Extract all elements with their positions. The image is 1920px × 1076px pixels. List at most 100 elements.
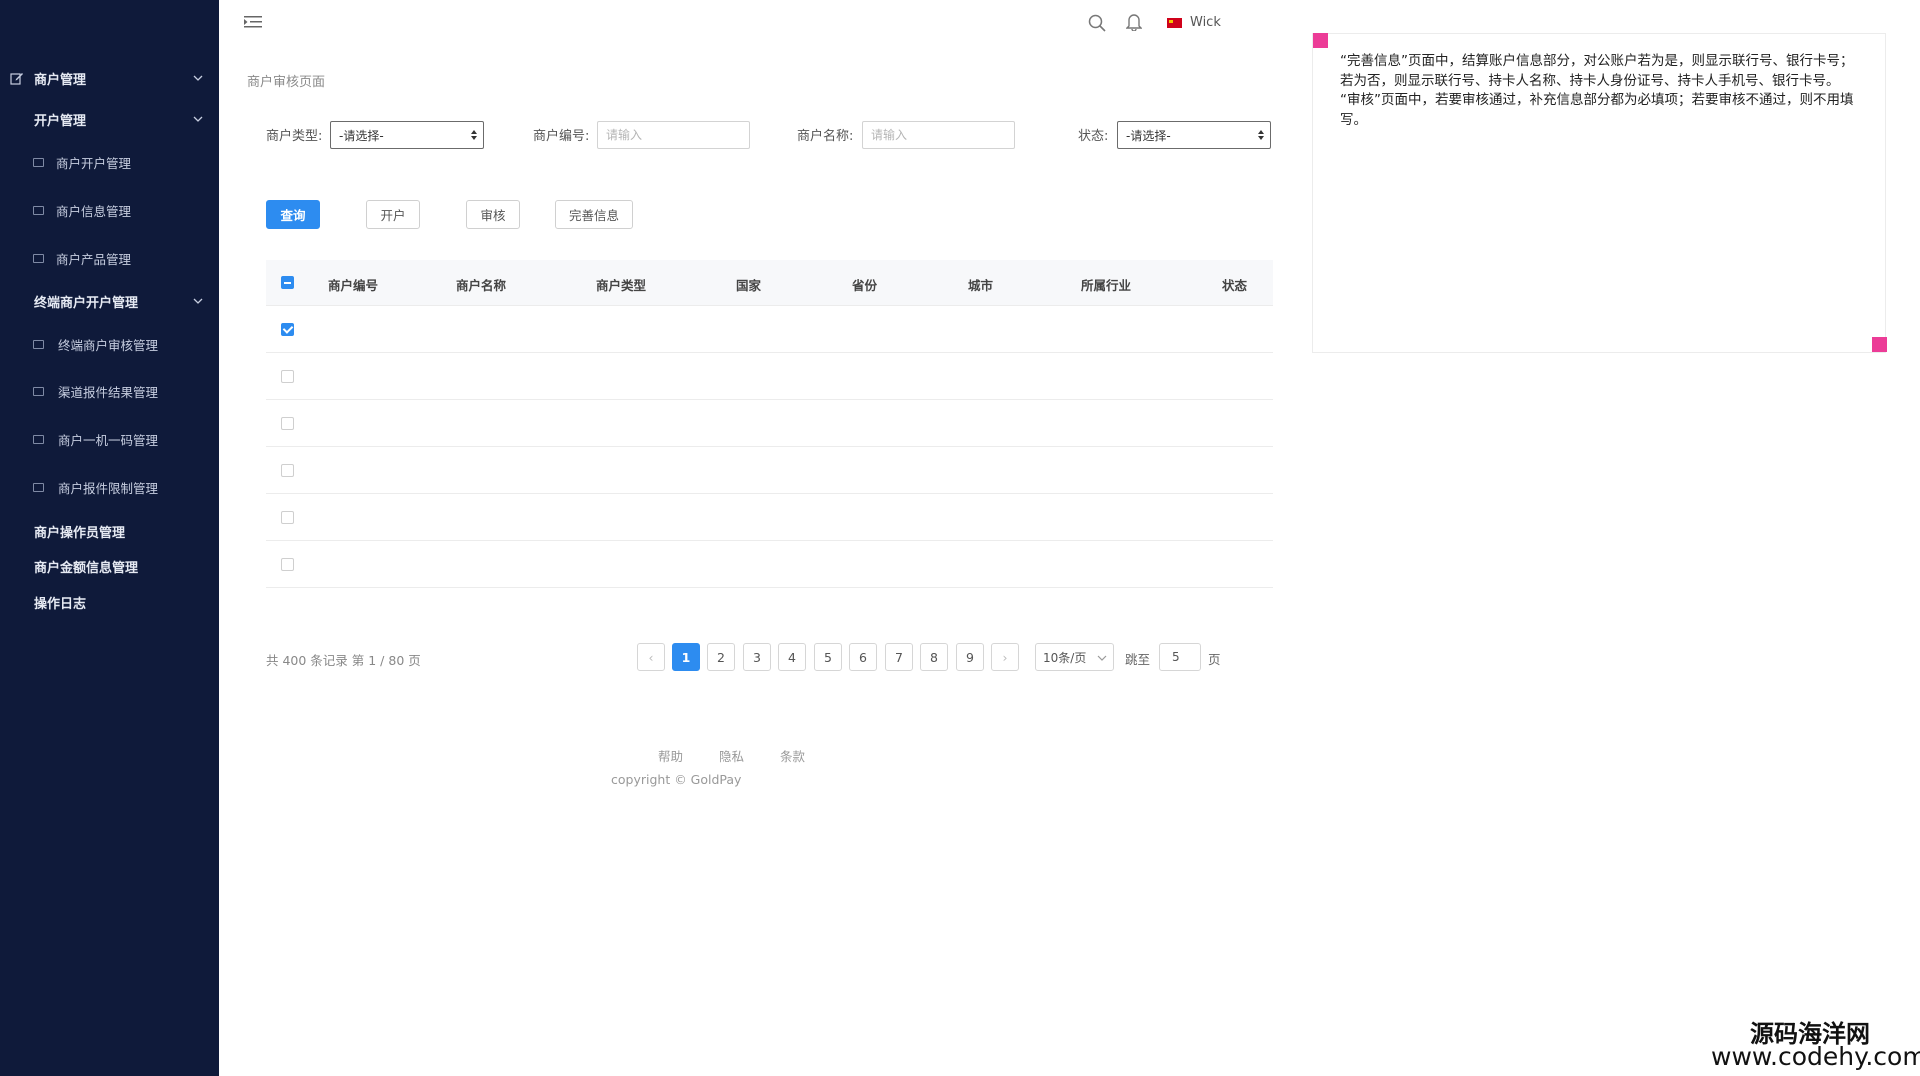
row-checkbox[interactable] — [281, 417, 294, 430]
window-icon — [33, 157, 44, 167]
status-value: -请选择- — [1126, 128, 1171, 143]
sidebar-item-channel-result[interactable]: 渠道报件结果管理 — [0, 377, 219, 405]
table-row[interactable] — [266, 494, 1273, 541]
footer-link-privacy[interactable]: 隐私 — [719, 746, 744, 765]
column-header[interactable]: 国家 — [736, 275, 761, 294]
sidebar-group-account-opening[interactable]: 开户管理 — [0, 105, 219, 133]
annotation-line: “完善信息”页面中，结算账户信息部分，对公账户若为是，则显示联行号、银行卡号；若… — [1340, 53, 1854, 89]
prev-page-button[interactable]: ‹ — [637, 643, 665, 671]
column-header[interactable]: 所属行业 — [1081, 275, 1131, 294]
sidebar-item-label: 商户产品管理 — [56, 251, 132, 267]
sidebar-group-label: 商户管理 — [34, 72, 87, 88]
column-header[interactable]: 省份 — [852, 275, 877, 294]
bell-icon[interactable] — [1126, 13, 1142, 31]
sidebar-item-operation-log[interactable]: 操作日志 — [34, 593, 86, 612]
row-checkbox[interactable] — [281, 558, 294, 571]
menu-fold-icon[interactable] — [244, 15, 262, 29]
table-row[interactable] — [266, 306, 1273, 353]
annotation-text: “完善信息”页面中，结算账户信息部分，对公账户若为是，则显示联行号、银行卡号；若… — [1340, 52, 1860, 130]
merchant-type-select[interactable]: -请选择- — [330, 121, 484, 149]
sidebar-group-terminal-opening[interactable]: 终端商户开户管理 — [0, 287, 219, 315]
page-button[interactable]: 4 — [778, 643, 806, 671]
jump-suffix: 页 — [1208, 652, 1221, 667]
sidebar-item-amount-info[interactable]: 商户金额信息管理 — [34, 557, 138, 576]
user-name[interactable]: Wick — [1190, 15, 1221, 30]
merchant-no-input[interactable] — [597, 121, 750, 149]
window-icon — [33, 205, 44, 215]
select-all-checkbox[interactable] — [281, 276, 294, 289]
page-button[interactable]: 3 — [743, 643, 771, 671]
search-icon[interactable] — [1088, 14, 1106, 32]
chevron-down-icon — [1097, 655, 1107, 661]
table-header: 商户编号 商户名称 商户类型 国家 省份 城市 所属行业 状态 — [266, 260, 1273, 306]
jump-label: 跳至 — [1125, 652, 1151, 667]
annotation-line: “审核”页面中，若要审核通过，补充信息部分都为必填项；若要审核不通过，则不用填写… — [1340, 92, 1854, 128]
copyright: copyright © GoldPay — [611, 772, 742, 787]
window-icon — [33, 386, 44, 396]
page-button[interactable]: 6 — [849, 643, 877, 671]
pagination-summary: 共 400 条记录 第 1 / 80 页 — [266, 653, 421, 668]
row-checkbox[interactable] — [281, 511, 294, 524]
chevron-down-icon — [193, 116, 203, 122]
table-row[interactable] — [266, 353, 1273, 400]
open-account-button[interactable]: 开户 — [366, 200, 420, 229]
watermark-url: www.codehy.com — [1711, 1042, 1920, 1071]
sidebar-item-label: 商户报件限制管理 — [58, 480, 159, 496]
window-icon — [33, 434, 44, 444]
review-button[interactable]: 审核 — [466, 200, 520, 229]
sidebar-item-merchant-product[interactable]: 商户产品管理 — [0, 244, 219, 272]
page-button[interactable]: 2 — [707, 643, 735, 671]
page-button[interactable]: 5 — [814, 643, 842, 671]
footer-link-terms[interactable]: 条款 — [780, 746, 805, 765]
sidebar-item-one-machine-code[interactable]: 商户一机一码管理 — [0, 425, 219, 453]
annotation-marker — [1313, 33, 1328, 48]
sidebar-item-terminal-review[interactable]: 终端商户审核管理 — [0, 330, 219, 358]
column-header[interactable]: 商户编号 — [328, 275, 378, 294]
sidebar-item-merchant-opening[interactable]: 商户开户管理 — [0, 148, 219, 176]
row-checkbox[interactable] — [281, 370, 294, 383]
select-arrows-icon — [471, 130, 477, 140]
annotation-resize-handle[interactable] — [1872, 337, 1887, 352]
chevron-down-icon — [193, 75, 203, 81]
row-checkbox[interactable] — [281, 323, 294, 336]
page-button[interactable]: 7 — [885, 643, 913, 671]
column-header[interactable]: 状态 — [1222, 275, 1247, 294]
column-header[interactable]: 商户名称 — [456, 275, 506, 294]
column-header[interactable]: 城市 — [968, 275, 993, 294]
merchant-no-label: 商户编号: — [533, 129, 590, 144]
sidebar-item-report-limit[interactable]: 商户报件限制管理 — [0, 473, 219, 501]
sidebar-item-operator[interactable]: 商户操作员管理 — [34, 522, 125, 541]
page-size-select[interactable]: 10条/页 — [1035, 643, 1114, 671]
page-button[interactable]: 8 — [920, 643, 948, 671]
sidebar-item-label: 渠道报件结果管理 — [58, 384, 159, 400]
page-size-value: 10条/页 — [1043, 650, 1087, 665]
jump-page-input[interactable]: 5 — [1159, 643, 1201, 671]
merchant-type-value: -请选择- — [339, 128, 384, 143]
query-button[interactable]: 查询 — [266, 200, 320, 229]
complete-info-button[interactable]: 完善信息 — [555, 200, 633, 229]
window-icon — [33, 253, 44, 263]
sidebar-item-label: 终端商户审核管理 — [58, 337, 159, 353]
sidebar-group-label: 终端商户开户管理 — [34, 295, 139, 311]
row-checkbox[interactable] — [281, 464, 294, 477]
merchant-type-label: 商户类型: — [266, 129, 323, 144]
table-row[interactable] — [266, 541, 1273, 588]
select-arrows-icon — [1258, 130, 1264, 140]
footer-link-help[interactable]: 帮助 — [658, 746, 683, 765]
china-flag-icon[interactable] — [1167, 18, 1182, 28]
sidebar-group-merchant-management[interactable]: 商户管理 — [0, 64, 219, 92]
table-row[interactable] — [266, 400, 1273, 447]
merchant-name-input[interactable] — [862, 121, 1015, 149]
sidebar-item-merchant-info[interactable]: 商户信息管理 — [0, 196, 219, 224]
table-row[interactable] — [266, 447, 1273, 494]
sidebar-group-label: 开户管理 — [34, 113, 87, 129]
column-header[interactable]: 商户类型 — [596, 275, 646, 294]
merchant-name-label: 商户名称: — [797, 129, 854, 144]
status-select[interactable]: -请选择- — [1117, 121, 1271, 149]
edit-icon — [10, 73, 23, 85]
sidebar-item-label: 商户信息管理 — [56, 203, 132, 219]
page-button[interactable]: 9 — [956, 643, 984, 671]
page-button[interactable]: 1 — [672, 643, 700, 671]
sidebar-item-label: 商户开户管理 — [56, 155, 132, 171]
next-page-button[interactable]: › — [991, 643, 1019, 671]
